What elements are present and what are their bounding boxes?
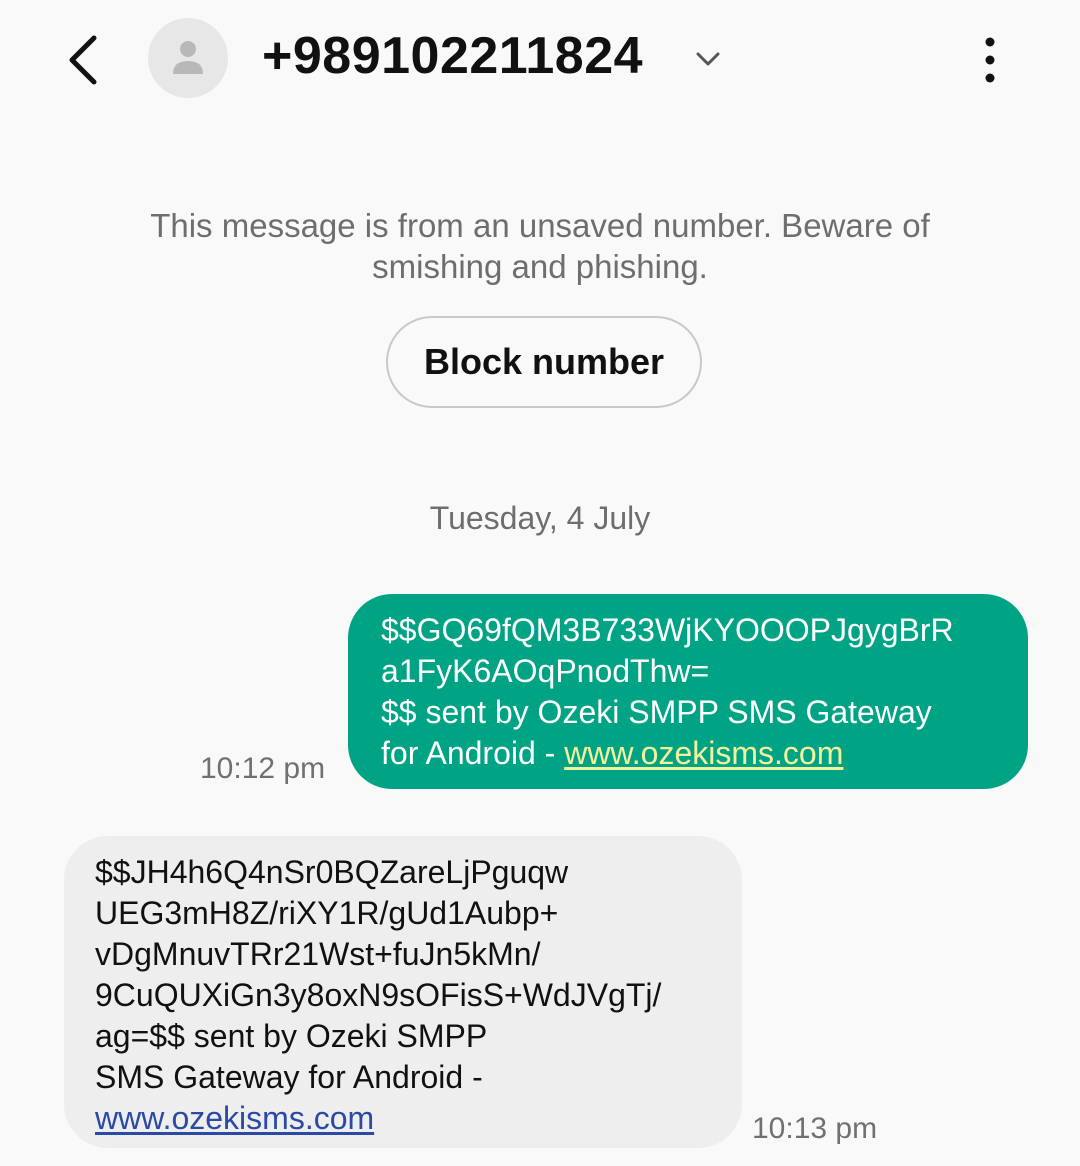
message-text-line: 9CuQUXiGn3y8oxN9sOFisS+WdJVgTj/ — [95, 977, 662, 1013]
message-text-line: SMS Gateway for Android - — [95, 1059, 483, 1095]
date-separator: Tuesday, 4 July — [429, 500, 651, 536]
message-text-line: www.ozekisms.com — [95, 1098, 722, 1139]
unsaved-number-warning: This message is from an unsaved number. … — [90, 205, 990, 287]
back-arrow-icon — [69, 35, 97, 85]
chevron-down-icon — [696, 52, 720, 66]
more-vertical-icon — [985, 37, 995, 83]
message-timestamp: 10:13 pm — [752, 1112, 878, 1145]
expand-contact-button[interactable] — [692, 44, 724, 74]
message-text-line: $$ sent by Ozeki SMPP SMS Gateway — [381, 694, 932, 730]
message-text-line: ag=$$ sent by Ozeki SMPP — [95, 1018, 488, 1054]
warning-line-1: This message is from an unsaved number. … — [150, 207, 930, 244]
message-timestamp: 10:12 pm — [200, 752, 326, 785]
message-text-line: a1FyK6AOqPnodThw= — [381, 653, 710, 689]
message-text-line: for Android - www.ozekisms.com — [381, 733, 1008, 774]
message-link[interactable]: www.ozekisms.com — [95, 1100, 374, 1136]
message-link[interactable]: www.ozekisms.com — [564, 735, 843, 771]
message-text-line: vDgMnuvTRr21Wst+fuJn5kMn/ — [95, 936, 541, 972]
message-text-line: UEG3mH8Z/riXY1R/gUd1Aubp+ — [95, 895, 559, 931]
more-options-button[interactable] — [966, 34, 1014, 86]
message-text: for Android - — [381, 735, 565, 771]
person-icon — [173, 41, 203, 74]
conversation-header: +989102211824 — [0, 0, 1080, 120]
back-button[interactable] — [56, 30, 112, 90]
message-text-line: $$JH4h6Q4nSr0BQZareLjPguqw — [95, 854, 569, 890]
outgoing-message-bubble[interactable]: $$GQ69fQM3B733WjKYOOOPJgygBrR a1FyK6AOqP… — [348, 594, 1028, 789]
block-number-button[interactable]: Block number — [386, 316, 702, 408]
incoming-message-bubble[interactable]: $$JH4h6Q4nSr0BQZareLjPguqw UEG3mH8Z/riXY… — [64, 836, 742, 1148]
message-text-line: $$GQ69fQM3B733WjKYOOOPJgygBrR — [381, 612, 954, 648]
warning-line-2: smishing and phishing. — [372, 248, 708, 285]
avatar[interactable] — [148, 18, 228, 98]
conversation-screen: +989102211824 This message is from an un… — [0, 0, 1080, 1166]
contact-number-title[interactable]: +989102211824 — [262, 26, 643, 86]
